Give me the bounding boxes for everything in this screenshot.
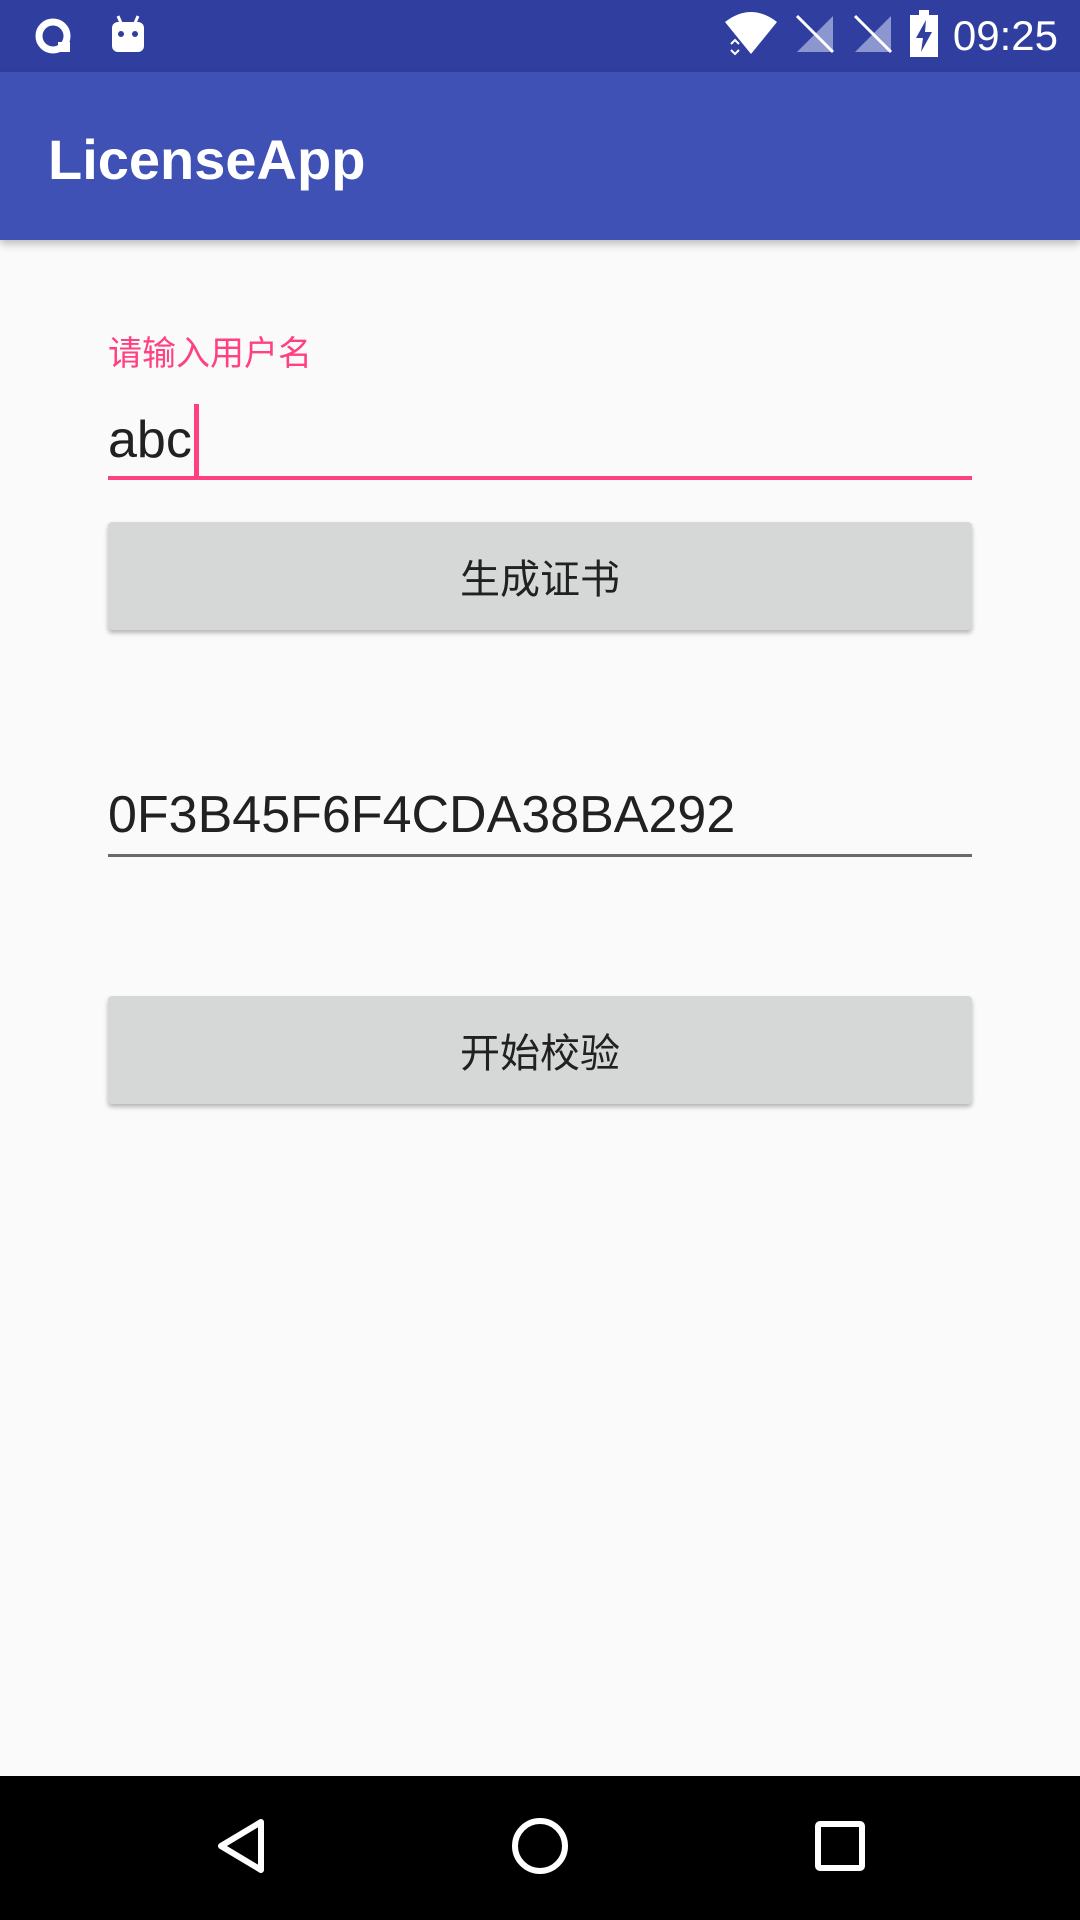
navigation-bar xyxy=(0,1776,1080,1920)
app-bar: LicenseApp xyxy=(0,72,1080,240)
status-time: 09:25 xyxy=(952,12,1058,59)
status-bar: 09:25 xyxy=(0,0,1080,72)
username-value: abc xyxy=(108,411,192,469)
license-value: 0F3B45F6F4CDA38BA292 xyxy=(108,786,736,844)
home-icon xyxy=(510,1816,570,1880)
android-debug-icon xyxy=(108,14,148,62)
generate-license-button[interactable]: 生成证书 xyxy=(108,522,972,630)
sim-no-signal-icon xyxy=(793,12,837,60)
home-button[interactable] xyxy=(500,1808,580,1888)
username-label: 请输入用户名 xyxy=(108,334,312,374)
recents-button[interactable] xyxy=(800,1808,880,1888)
back-icon xyxy=(213,1816,269,1880)
battery-charging-icon xyxy=(909,10,939,62)
recents-icon xyxy=(814,1820,866,1876)
back-button[interactable] xyxy=(201,1808,281,1888)
username-input[interactable]: abc xyxy=(108,400,972,480)
screen: 09:25 LicenseApp 请输入用户名 abc 生成证书 0F3B45F… xyxy=(0,0,1080,1920)
license-field[interactable]: 0F3B45F6F4CDA38BA292 xyxy=(108,776,972,857)
sim-no-signal-icon xyxy=(851,12,895,60)
wifi-icon xyxy=(723,10,779,62)
text-caret xyxy=(193,404,199,476)
notification-q-icon xyxy=(34,16,74,60)
app-title: LicenseApp xyxy=(48,128,366,191)
verify-button[interactable]: 开始校验 xyxy=(108,996,972,1104)
